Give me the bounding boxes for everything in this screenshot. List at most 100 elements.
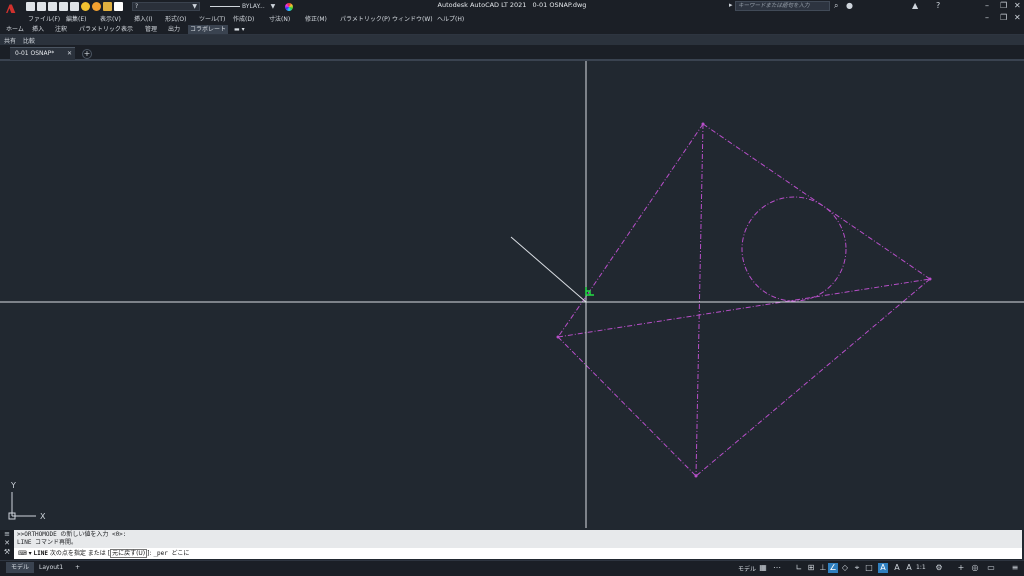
layout-tab-layout1[interactable]: Layout1 (34, 562, 68, 573)
search-expand-icon[interactable]: ▸ (729, 1, 733, 9)
vertex-grip[interactable] (701, 122, 705, 126)
add-layout-button[interactable]: + (70, 562, 85, 573)
file-name: 0-01 OSNAP.dwg (532, 1, 587, 9)
command-prompt-text: 次の点を指定 または (49, 550, 106, 557)
command-history: >>ORTHOMODE の新しい値を入力 <0>: LINE コマンド再開。 (14, 530, 1022, 548)
close-icon[interactable]: ✕ (67, 48, 72, 59)
ribbon-panel: 共有 比較 (0, 35, 1024, 45)
menu-draw[interactable]: 作成(D) (233, 14, 254, 23)
geometry-line[interactable] (695, 123, 704, 477)
close-icon[interactable]: ✕ (1014, 13, 1021, 23)
new-tab-button[interactable]: + (82, 49, 92, 59)
menu-modify[interactable]: 修正(M) (305, 14, 327, 23)
object-snap-tracking-icon[interactable]: ⌖ (852, 563, 862, 573)
rubber-band-line (510, 236, 587, 303)
annotation-visibility-icon[interactable]: A (878, 563, 888, 573)
user-icon[interactable]: ● (846, 1, 853, 11)
menu-help[interactable]: ヘルプ(H) (437, 14, 464, 23)
clean-screen-icon[interactable]: ▭ (986, 563, 996, 573)
panel-compare[interactable]: 比較 (23, 36, 35, 45)
tab-output[interactable]: 出力 (166, 25, 182, 34)
wrench-icon[interactable]: ⚒ (0, 548, 14, 557)
annotation-scale-value[interactable]: 1:1 (916, 564, 926, 571)
panel-share[interactable]: 共有 (4, 36, 16, 45)
title-bar: A ? ▼ BYLAY... ▼ Autodesk AutoCAD LT 202… (0, 0, 1024, 22)
command-prompt-tail: ]: (147, 550, 152, 557)
object-snap-icon[interactable]: □ (864, 563, 874, 573)
tab-manage[interactable]: 管理 (143, 25, 159, 34)
app-name: Autodesk AutoCAD LT 2021 (437, 1, 527, 9)
geometry-line[interactable] (702, 123, 931, 280)
menu-format[interactable]: 形式(O) (165, 14, 186, 23)
vertex-grip[interactable] (556, 335, 560, 339)
search-input[interactable]: キーワードまたは語句を入力 (735, 1, 830, 11)
tab-insert[interactable]: 挿入 (30, 25, 46, 34)
minimize-icon[interactable]: – (985, 13, 989, 23)
command-option-undo[interactable]: 元に戻す(U) (110, 549, 148, 558)
plus-icon[interactable]: + (956, 563, 966, 573)
menu-window[interactable]: ウィンドウ(W) (392, 14, 433, 23)
geometry-line[interactable] (557, 297, 586, 338)
autodesk-app-icon[interactable]: ▲ (912, 1, 918, 11)
gear-icon[interactable]: ⚙ (934, 563, 944, 573)
tab-parametric[interactable]: パラメトリック (77, 25, 123, 34)
command-history-line: LINE コマンド再開。 (17, 539, 78, 546)
tab-home[interactable]: ホーム (4, 25, 26, 34)
menu-bar: ファイル(F) 編集(E) 表示(V) 挿入(I) 形式(O) ツール(T) 作… (0, 13, 1024, 24)
command-input[interactable]: ⌨ ▾ LINE 次の点を指定 または [元に戻す(U)]: _per どこに (14, 548, 1022, 559)
command-history-line: >>ORTHOMODE の新しい値を入力 <0>: (17, 531, 127, 538)
customization-icon[interactable]: ≡ (1010, 563, 1020, 573)
close-icon[interactable]: ✕ (1014, 1, 1021, 11)
help-icon[interactable]: ? (936, 1, 940, 11)
auto-scale-icon[interactable]: A (892, 563, 902, 573)
file-tab-0-01-osnap[interactable]: 0-01 OSNAP* ✕ (10, 47, 75, 60)
ucs-icon (8, 492, 36, 520)
command-prompt-icon[interactable]: ⌨ ▾ (18, 550, 32, 557)
file-tabs: 0-01 OSNAP* ✕ + (0, 45, 1024, 61)
restore-icon[interactable]: ❐ (1000, 13, 1007, 23)
grip-icon[interactable]: ≡ (0, 530, 14, 539)
geometry-line[interactable] (557, 278, 931, 338)
isodraft-icon[interactable]: ◇ (840, 563, 850, 573)
drawing-area[interactable]: Y X (0, 61, 1024, 528)
menu-view[interactable]: 表示(V) (100, 14, 121, 23)
ortho-icon[interactable]: ⊥ (818, 563, 828, 573)
ribbon-options-icon[interactable]: ▬ ▾ (232, 25, 247, 34)
tab-annotate[interactable]: 注釈 (53, 25, 69, 34)
polar-tracking-icon[interactable]: ∠ (828, 563, 838, 573)
command-line-side: ≡ ✕ ⚒ (0, 530, 14, 560)
grid-icon[interactable]: ▦ (758, 563, 768, 573)
restore-icon[interactable]: ❐ (1000, 1, 1007, 11)
drawing-svg[interactable]: Y X (0, 61, 1024, 528)
dynamic-input-icon[interactable]: ⊞ (806, 563, 816, 573)
tab-collaborate[interactable]: コラボレート (188, 25, 229, 34)
perpendicular-snap-icon (585, 287, 594, 296)
menu-file[interactable]: ファイル(F) (28, 14, 60, 23)
geometry-line[interactable] (557, 336, 697, 477)
vertex-grip[interactable] (694, 474, 698, 478)
file-tab-label: 0-01 OSNAP* (15, 50, 55, 57)
status-bar: モデル Layout1 + モデル ▦ ⋯ ∟ ⊞ ⊥ ∠ ◇ ⌖ □ A A … (0, 560, 1024, 576)
search-placeholder: キーワードまたは語句を入力 (738, 3, 810, 9)
model-space-toggle[interactable]: モデル (738, 564, 756, 573)
isolate-objects-icon[interactable]: ◎ (970, 563, 980, 573)
geometry-line[interactable] (584, 123, 704, 299)
menu-dimension[interactable]: 寸法(N) (269, 14, 290, 23)
close-icon[interactable]: ✕ (0, 539, 14, 548)
minimize-icon[interactable]: – (985, 1, 989, 11)
vertex-grip[interactable] (928, 277, 932, 281)
binoculars-icon[interactable]: ⌕ (834, 1, 838, 11)
menu-tools[interactable]: ツール(T) (199, 14, 225, 23)
annotation-scale-icon[interactable]: A (904, 563, 914, 573)
command-typed-input: _per どこに (153, 550, 190, 557)
geometry-line[interactable] (695, 278, 931, 477)
infer-constraints-icon[interactable]: ∟ (794, 563, 804, 573)
menu-insert[interactable]: 挿入(I) (134, 14, 152, 23)
tab-view[interactable]: 表示 (119, 25, 135, 34)
menu-edit[interactable]: 編集(E) (66, 14, 86, 23)
ribbon-tabs: ホーム 挿入 注釈 パラメトリック 表示 管理 出力 コラボレート ▬ ▾ (0, 24, 1024, 35)
geometry-circle[interactable] (741, 196, 847, 302)
snap-icon[interactable]: ⋯ (772, 563, 782, 573)
layout-tab-model[interactable]: モデル (6, 562, 35, 573)
menu-parametric[interactable]: パラメトリック(P) (340, 14, 390, 23)
